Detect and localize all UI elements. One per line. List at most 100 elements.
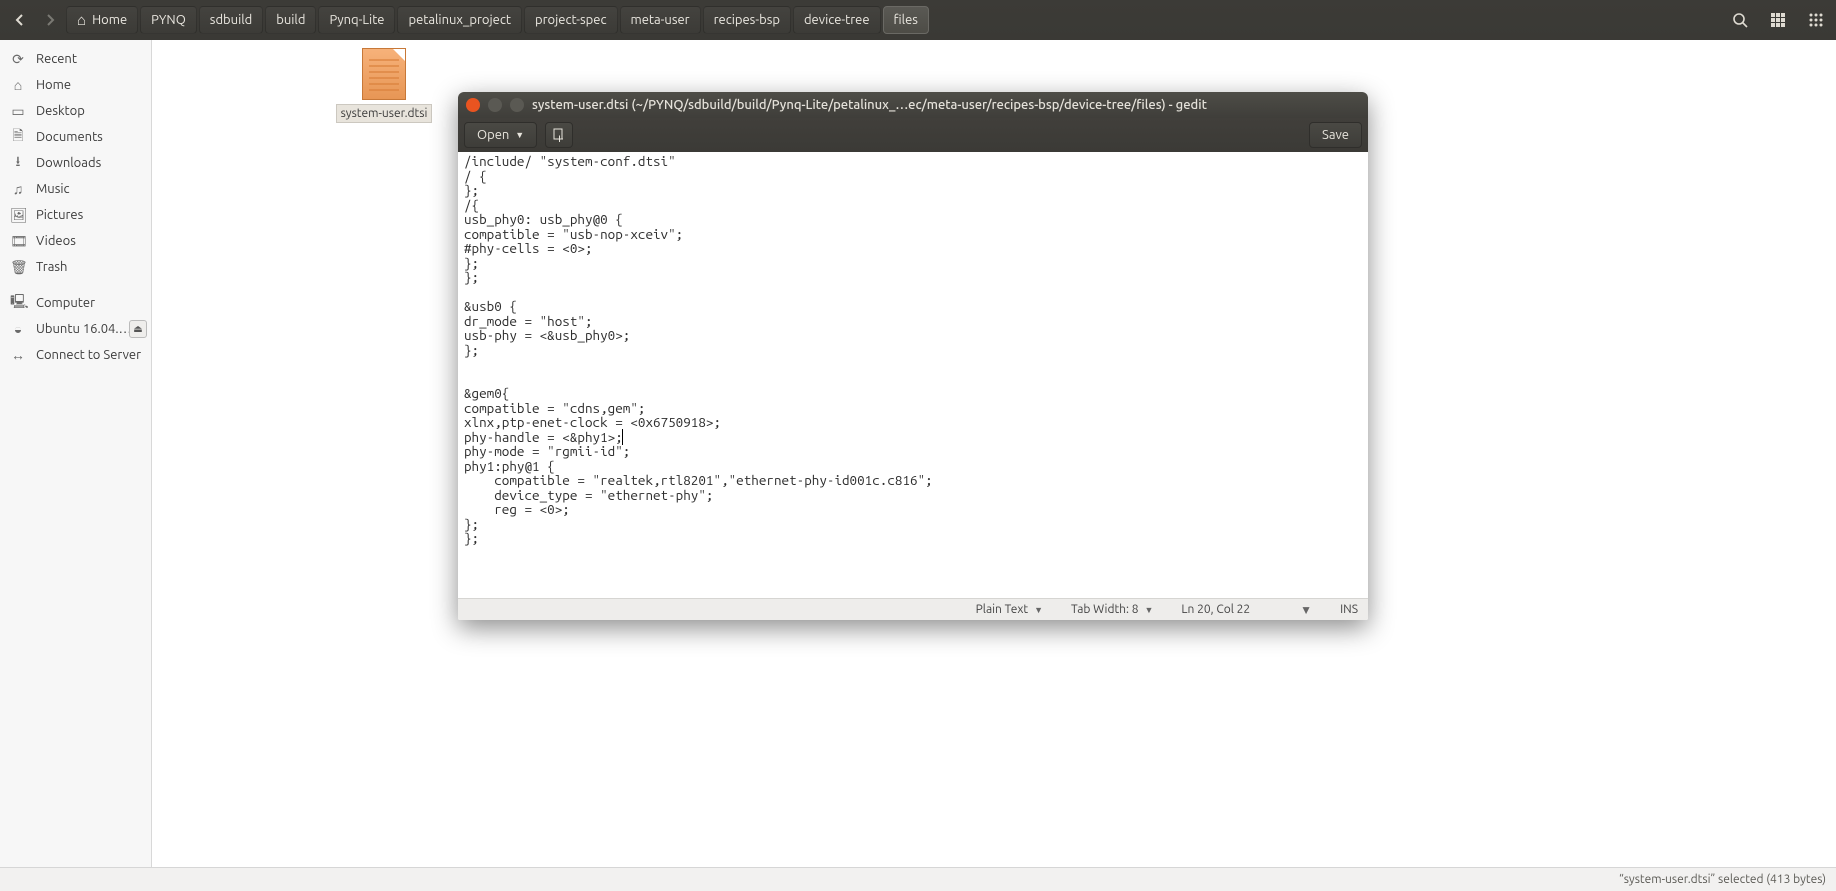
selection-status-label: “system-user.dtsi” selected (413 bytes) [1619, 873, 1826, 886]
sidebar-item[interactable]: ⭳ Downloads [0, 150, 151, 176]
breadcrumb-label: files [894, 13, 918, 27]
sidebar-item-label: Music [36, 182, 70, 196]
file-manager-statusbar: “system-user.dtsi” selected (413 bytes) [0, 867, 1836, 891]
search-icon [1732, 12, 1748, 28]
place-icon: ⌂ [10, 77, 26, 93]
gedit-titlebar[interactable]: system-user.dtsi (~/PYNQ/sdbuild/build/P… [458, 92, 1368, 118]
editor-content[interactable]: /include/ "system-conf.dtsi" / { }; /{ u… [464, 154, 1362, 546]
view-list-button[interactable] [1764, 6, 1792, 34]
sidebar-item-label: Videos [36, 234, 76, 248]
search-button[interactable] [1726, 6, 1754, 34]
place-icon: ⭳ [10, 151, 26, 175]
sidebar-item[interactable]: 🖳 Computer [0, 290, 151, 316]
sidebar-item[interactable]: 🗎Documents [0, 124, 151, 150]
breadcrumb: ⌂ Home PYNQ sdbuild build Pynq-Lite petalinux_… [66, 6, 929, 34]
tab-width-selector[interactable]: Tab Width: 8 ▼ [1071, 603, 1153, 616]
place-icon: 🖼 [10, 207, 26, 224]
breadcrumb-segment[interactable]: project-spec [524, 6, 618, 34]
tab-width-label: Tab Width: 8 [1071, 603, 1138, 616]
sidebar-item-label: Recent [36, 52, 77, 66]
place-icon: 🖳 [10, 291, 26, 315]
sidebar-item[interactable]: ◒Ubuntu 16.04.…⏏ [0, 316, 151, 342]
new-document-icon [552, 128, 566, 142]
text-cursor [622, 429, 623, 445]
chevron-left-icon [13, 13, 27, 27]
sidebar-item-label: Connect to Server [36, 348, 141, 362]
place-icon: 🎞 [10, 233, 26, 250]
language-label: Plain Text [976, 603, 1029, 616]
home-icon: ⌂ [77, 11, 86, 29]
sidebar-item-label: Home [36, 78, 71, 92]
gedit-toolbar: Open ▼ Save [458, 118, 1368, 152]
language-selector[interactable]: Plain Text ▼ [976, 603, 1043, 616]
breadcrumb-label: meta-user [631, 13, 690, 27]
sidebar-item[interactable]: 🎞 Videos [0, 228, 151, 254]
sidebar-item-label: Ubuntu 16.04.… [36, 322, 132, 336]
window-close-button[interactable] [466, 98, 480, 112]
apps-icon [1808, 12, 1824, 28]
breadcrumb-label: Home [92, 13, 127, 27]
insert-mode-label: INS [1340, 603, 1358, 616]
sidebar-item[interactable]: ↔ Connect to Server [0, 342, 151, 368]
sidebar-item[interactable]: ⌂ Home [0, 72, 151, 98]
chevron-down-icon: ▼ [515, 130, 524, 140]
place-icon: ⟳ [10, 51, 26, 68]
places-sidebar: ⟳ Recent ⌂ Home ▭ Desktop 🗎Documents⭳ Downloads… [0, 40, 152, 867]
breadcrumb-label: sdbuild [210, 13, 252, 27]
breadcrumb-label: recipes-bsp [714, 13, 780, 27]
breadcrumb-segment[interactable]: petalinux_project [397, 6, 522, 34]
breadcrumb-label: project-spec [535, 13, 607, 27]
nav-forward-button[interactable] [36, 6, 64, 34]
chevron-down-icon: ▼ [1145, 605, 1154, 615]
eject-button[interactable]: ⏏ [129, 320, 147, 338]
breadcrumb-segment[interactable]: PYNQ [140, 6, 197, 34]
breadcrumb-label: PYNQ [151, 13, 186, 27]
open-label: Open [477, 128, 509, 142]
sidebar-item-label: Desktop [36, 104, 85, 118]
window-minimize-button[interactable] [488, 98, 502, 112]
sidebar-item-label: Downloads [36, 156, 101, 170]
sidebar-item[interactable]: 🗑 Trash [0, 254, 151, 280]
cursor-position-label: Ln 20, Col 22 [1181, 603, 1250, 616]
text-editor-area[interactable]: /include/ "system-conf.dtsi" / { }; /{ u… [458, 152, 1368, 598]
sidebar-item-label: Computer [36, 296, 95, 310]
breadcrumb-label: build [276, 13, 305, 27]
sidebar-item[interactable]: ♫ Music [0, 176, 151, 202]
sidebar-item-label: Trash [36, 260, 67, 274]
breadcrumb-label: petalinux_project [408, 13, 511, 27]
sidebar-item-label: Pictures [36, 208, 83, 222]
gedit-statusbar: Plain Text▼ Tab Width: 8▼ Ln 20, Col 22 … [458, 598, 1368, 620]
breadcrumb-segment[interactable]: device-tree [793, 6, 881, 34]
file-name-label: system-user.dtsi [336, 104, 433, 123]
breadcrumb-segment[interactable]: Pynq-Lite [318, 6, 395, 34]
breadcrumb-segment[interactable]: recipes-bsp [703, 6, 791, 34]
sidebar-item[interactable]: ▭ Desktop [0, 98, 151, 124]
window-maximize-button[interactable] [510, 98, 524, 112]
file-item[interactable]: system-user.dtsi [330, 48, 438, 123]
place-icon: ♫ [10, 181, 26, 197]
breadcrumb-segment[interactable]: meta-user [620, 6, 701, 34]
save-button[interactable]: Save [1309, 122, 1362, 148]
place-icon: ↔ [10, 347, 26, 363]
view-menu-button[interactable] [1802, 6, 1830, 34]
grid-icon [1770, 12, 1786, 28]
text-file-icon [362, 48, 406, 100]
breadcrumb-segment[interactable]: files [883, 6, 929, 34]
breadcrumb-label: Pynq-Lite [329, 13, 384, 27]
chevron-down-icon: ▼ [1300, 603, 1312, 617]
breadcrumb-segment[interactable]: ⌂ Home [66, 6, 138, 34]
window-title: system-user.dtsi (~/PYNQ/sdbuild/build/P… [532, 98, 1360, 112]
chevron-right-icon [43, 13, 57, 27]
breadcrumb-segment[interactable]: build [265, 6, 316, 34]
sidebar-item[interactable]: 🖼 Pictures [0, 202, 151, 228]
file-pane[interactable]: system-user.dtsi system-user.dtsi (~/PYN… [152, 40, 1836, 867]
sidebar-item[interactable]: ⟳ Recent [0, 46, 151, 72]
nav-back-button[interactable] [6, 6, 34, 34]
open-button[interactable]: Open ▼ [464, 122, 537, 148]
place-icon: ▭ [10, 103, 26, 120]
breadcrumb-segment[interactable]: sdbuild [199, 6, 263, 34]
save-label: Save [1322, 128, 1349, 142]
new-tab-button[interactable] [545, 122, 573, 148]
chevron-down-icon: ▼ [1034, 605, 1043, 615]
place-icon: 🗑 [10, 259, 26, 276]
